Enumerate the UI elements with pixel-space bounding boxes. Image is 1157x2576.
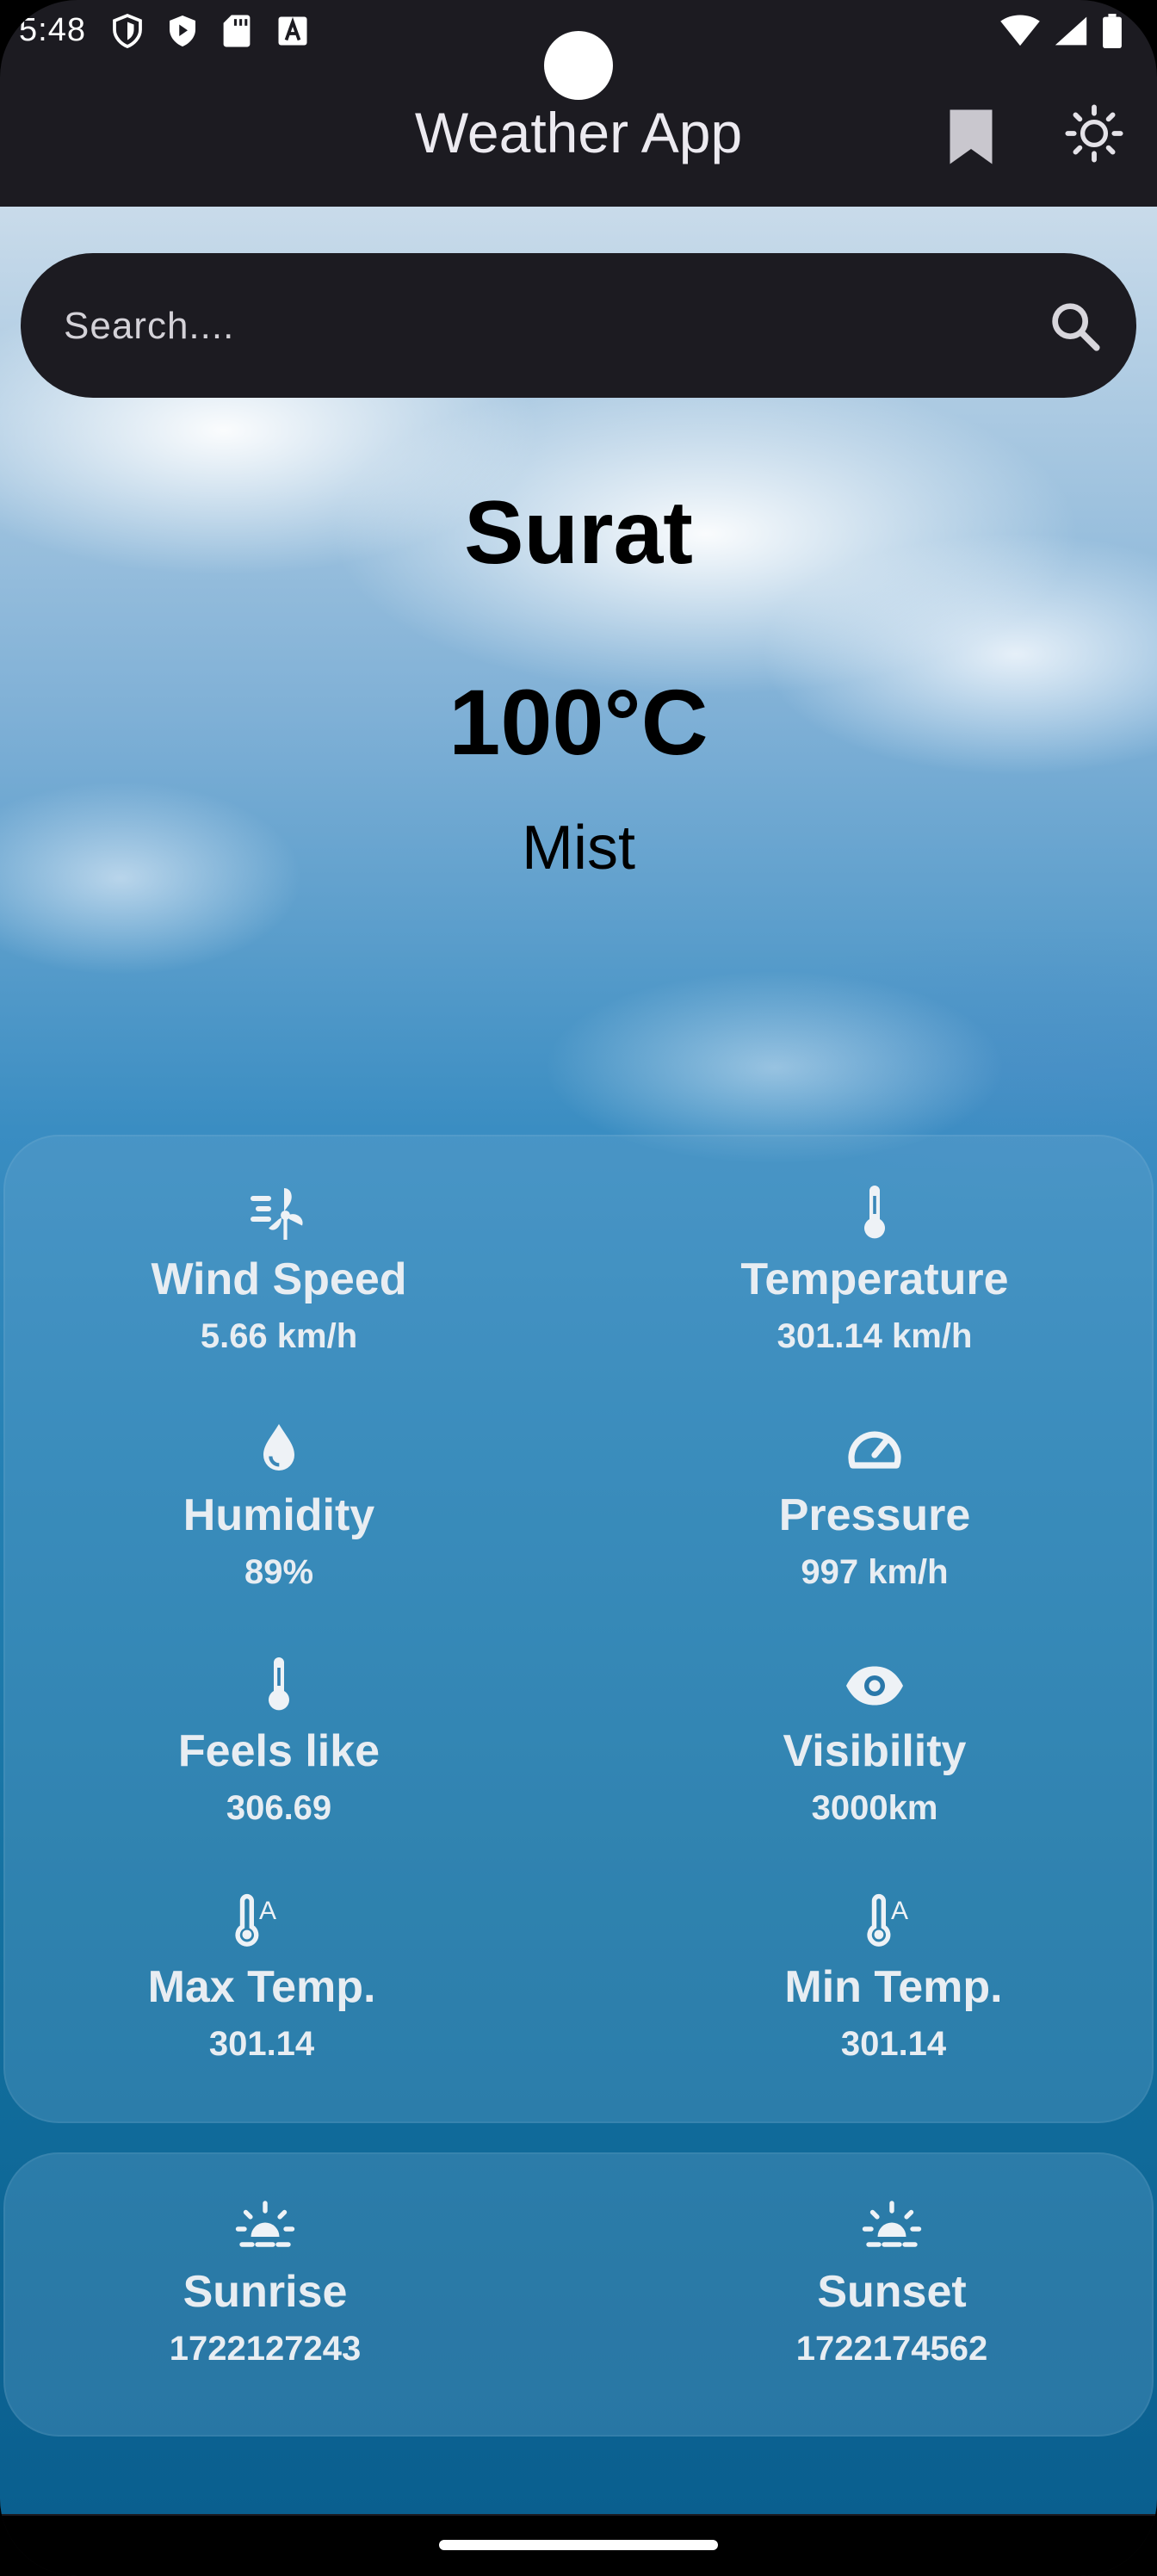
stat-wind-speed: Wind Speed 5.66 km/h <box>3 1183 554 1356</box>
weather-condition: Mist <box>522 814 635 882</box>
app-bar: Weather App <box>0 69 1157 207</box>
stat-value: 997 km/h <box>801 1553 949 1591</box>
stat-label: Feels like <box>177 1726 381 1776</box>
play-store-icon <box>167 14 198 48</box>
wifi-icon <box>1000 15 1040 56</box>
stat-label: Temperature <box>740 1254 1009 1304</box>
stat-value: 301.14 km/h <box>776 1317 973 1355</box>
weather-details-card: Wind Speed 5.66 km/h Temperature 301.14 … <box>3 1135 1154 2123</box>
city-name: Surat <box>464 483 693 583</box>
stat-value: 5.66 km/h <box>200 1317 358 1355</box>
thermostat-auto-icon: A <box>863 1891 925 1953</box>
stat-label: Wind Speed <box>151 1254 407 1304</box>
speedometer-icon <box>844 1419 906 1481</box>
svg-text:A: A <box>259 1897 276 1925</box>
water-drop-icon <box>248 1419 310 1481</box>
stat-min-temp: A Min Temp. 301.14 <box>618 1891 1157 2064</box>
stat-value: 306.69 <box>226 1789 332 1827</box>
stat-value: 3000km <box>811 1789 938 1827</box>
sunrise-label: Sunrise <box>183 2267 348 2317</box>
stat-pressure: Pressure 997 km/h <box>599 1419 1150 1592</box>
thermometer-icon <box>248 1655 310 1717</box>
stat-label: Min Temp. <box>784 1962 1003 2012</box>
stat-label: Humidity <box>183 1490 375 1540</box>
current-temperature: 100°C <box>449 670 708 774</box>
stat-label: Max Temp. <box>147 1962 376 2012</box>
sun-times-card: Sunrise 1722127243 Sunset 1722174562 <box>3 2152 1154 2437</box>
stat-value: 89% <box>244 1553 314 1591</box>
stat-label: Pressure <box>778 1490 971 1540</box>
stat-label: Visibility <box>783 1726 967 1776</box>
stat-temperature: Temperature 301.14 km/h <box>599 1183 1150 1356</box>
font-a-icon <box>277 14 308 48</box>
stat-max-temp: A Max Temp. 301.14 <box>0 1891 537 2064</box>
eye-icon <box>844 1655 906 1717</box>
status-time: 5:48 <box>19 12 86 48</box>
stat-visibility: Visibility 3000km <box>599 1655 1150 1828</box>
screen: 5:48 Weather App Search.... Surat 100°C … <box>0 0 1157 2576</box>
svg-text:A: A <box>891 1897 908 1925</box>
wind-turbine-icon <box>248 1183 310 1245</box>
gesture-handle[interactable] <box>439 2540 718 2550</box>
sunny-icon <box>861 2195 923 2257</box>
stat-humidity: Humidity 89% <box>3 1419 554 1592</box>
sunset-value: 1722174562 <box>795 2330 988 2368</box>
stat-value: 301.14 <box>840 2025 947 2063</box>
thermostat-auto-icon: A <box>231 1891 293 1953</box>
thermometer-icon <box>844 1183 906 1245</box>
stat-sunrise: Sunrise 1722127243 <box>0 2195 541 2369</box>
status-notification-icons <box>112 13 308 49</box>
status-system-icons <box>1000 14 1123 57</box>
search-bar <box>21 253 1136 398</box>
bookmark-icon[interactable] <box>947 107 995 167</box>
stat-sunset: Sunset 1722174562 <box>616 2195 1157 2369</box>
shield-icon <box>112 13 143 49</box>
sd-card-icon <box>222 14 253 48</box>
stat-feels-like: Feels like 306.69 <box>3 1655 554 1828</box>
sunset-label: Sunset <box>817 2267 967 2317</box>
battery-icon <box>1102 14 1123 57</box>
search-icon[interactable] <box>1045 296 1105 356</box>
cell-signal-icon <box>1054 15 1088 56</box>
brightness-icon[interactable] <box>1064 103 1124 164</box>
sunrise-value: 1722127243 <box>169 2330 362 2368</box>
search-input[interactable] <box>62 288 1012 365</box>
stat-value: 301.14 <box>208 2025 315 2063</box>
sunny-icon <box>234 2195 296 2257</box>
